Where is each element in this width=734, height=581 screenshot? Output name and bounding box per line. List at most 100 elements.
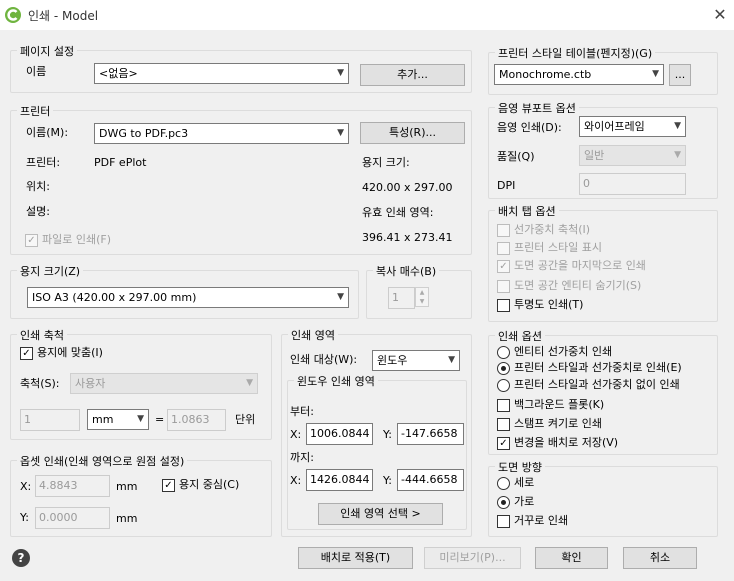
edit-plot-style-button[interactable]: ...	[669, 64, 691, 86]
page-setup-name-value: <없음>	[99, 67, 138, 80]
printer-name-combo[interactable]: DWG to PDF.pc3 ▼	[94, 123, 349, 144]
shade-plot-combo[interactable]: 와이어프레임 ▼	[579, 116, 686, 137]
title-bar	[0, 0, 734, 30]
copies-input[interactable]: 1	[388, 287, 415, 309]
plot-transparency-label: 투명도 인쇄(T)	[514, 298, 584, 311]
add-page-setup-button[interactable]: 추가...	[360, 64, 465, 86]
hide-paperspace-label: 도면 공간 엔티티 숨기기(S)	[514, 279, 642, 292]
layout-options-legend: 배치 탭 옵션	[495, 203, 559, 219]
paper-size-label: 용지 크기:	[362, 156, 410, 169]
shade-plot-value: 와이어프레임	[584, 120, 645, 133]
scale-unit-combo[interactable]: mm ▼	[87, 409, 149, 430]
location-label: 위치:	[26, 180, 50, 193]
printer-label: 프린터:	[26, 156, 61, 169]
plot-style-legend: 프린터 스타일 테이블(펜지정)(G)	[495, 45, 656, 61]
printer-value: PDF ePlot	[94, 156, 147, 169]
shade-plot-label: 음영 인쇄(D):	[497, 121, 562, 134]
scale-combo: 사용자 ▼	[70, 373, 258, 394]
window-area-legend: 윈도우 인쇄 영역	[294, 373, 378, 389]
plot-without-styles-radio[interactable]	[497, 379, 510, 392]
plot-options-legend: 인쇄 옵션	[495, 328, 545, 344]
select-plot-area-button[interactable]: 인쇄 영역 선택 >	[318, 503, 443, 525]
chevron-down-icon: ▼	[337, 128, 344, 138]
lineweight-scale-label: 선가중치 축척(I)	[514, 223, 591, 236]
center-plot-label: 용지 중심(C)	[179, 478, 240, 491]
plot-stamp-checkbox[interactable]	[497, 418, 510, 431]
printer-name-label: 이름(M):	[26, 126, 69, 139]
cancel-button[interactable]: 취소	[623, 547, 697, 569]
plot-offset-legend: 옵셋 인쇄(인쇄 영역으로 원점 설정)	[17, 453, 188, 469]
quality-combo: 일반 ▼	[579, 145, 686, 166]
hide-paperspace-checkbox	[497, 280, 510, 293]
scale-label: 축척(S):	[20, 377, 60, 390]
paperspace-last-checkbox: ✓	[497, 260, 510, 273]
paper-size-combo[interactable]: ISO A3 (420.00 x 297.00 mm) ▼	[27, 287, 349, 308]
to-x-input[interactable]: 1426.0844	[306, 469, 373, 491]
offset-y-input: 0.0000	[35, 507, 110, 529]
page-setup-name-combo[interactable]: <없음> ▼	[94, 63, 349, 84]
plot-what-combo[interactable]: 윈도우 ▼	[372, 350, 460, 371]
paperspace-last-label: 도면 공간을 마지막으로 인쇄	[514, 259, 646, 272]
plot-transparency-checkbox[interactable]	[497, 299, 510, 312]
landscape-radio[interactable]	[497, 496, 510, 509]
save-to-layout-checkbox[interactable]: ✓	[497, 437, 510, 450]
printer-properties-button[interactable]: 특성(R)...	[360, 122, 465, 144]
unit-label: 단위	[235, 413, 256, 426]
plot-scale-legend: 인쇄 축척	[17, 327, 67, 343]
from-y-input[interactable]: -147.6658	[397, 423, 464, 445]
plot-lineweights-label: 엔티티 선가중치 인쇄	[514, 345, 613, 358]
lineweight-scale-checkbox	[497, 224, 510, 237]
apply-to-layout-button[interactable]: 배치로 적용(T)	[298, 547, 413, 569]
from-x-input[interactable]: 1006.0844	[306, 423, 373, 445]
spin-down-icon: ▼	[419, 298, 425, 305]
printable-area-label: 유효 인쇄 영역:	[362, 206, 434, 219]
save-to-layout-label: 변경을 배치로 저장(V)	[514, 436, 619, 449]
preview-button: 미리보기(P)...	[424, 547, 521, 569]
fit-to-paper-checkbox[interactable]: ✓	[20, 347, 33, 360]
upside-down-checkbox[interactable]	[497, 515, 510, 528]
close-icon[interactable]: ✕	[708, 4, 732, 26]
window-title: 인쇄 - Model	[28, 9, 99, 23]
scale-value1-input: 1	[20, 409, 80, 431]
printer-name-value: DWG to PDF.pc3	[99, 127, 189, 140]
shaded-viewport-legend: 음영 뷰포트 옵션	[495, 100, 579, 116]
chevron-down-icon: ▼	[674, 150, 681, 160]
plot-style-combo[interactable]: Monochrome.ctb ▼	[494, 64, 664, 85]
offset-x-input: 4.8843	[35, 475, 110, 497]
plot-without-styles-label: 프린터 스타일과 선가중치 없이 인쇄	[514, 378, 680, 391]
offset-y-unit: mm	[116, 512, 138, 525]
to-y-input[interactable]: -444.6658	[397, 469, 464, 491]
page-setup-name-label: 이름	[26, 65, 47, 78]
chevron-down-icon: ▼	[137, 414, 144, 424]
upside-down-label: 거꾸로 인쇄	[514, 514, 569, 527]
printer-legend: 프린터	[17, 103, 54, 119]
background-plot-checkbox[interactable]	[497, 399, 510, 412]
to-y-label: Y:	[383, 474, 392, 487]
chevron-down-icon: ▼	[246, 378, 253, 388]
plot-area-legend: 인쇄 영역	[288, 327, 338, 343]
chevron-down-icon: ▼	[674, 121, 681, 131]
dpi-label: DPI	[497, 179, 516, 192]
landscape-label: 가로	[514, 495, 535, 508]
from-y-label: Y:	[383, 428, 392, 441]
offset-x-label: X:	[20, 480, 32, 493]
portrait-radio[interactable]	[497, 477, 510, 490]
plot-what-label: 인쇄 대상(W):	[290, 353, 358, 366]
plot-lineweights-radio[interactable]	[497, 346, 510, 359]
ok-button[interactable]: 확인	[535, 547, 608, 569]
description-label: 설명:	[26, 205, 50, 218]
portrait-label: 세로	[514, 476, 535, 489]
copies-spinner[interactable]: ▲ ▼	[415, 287, 429, 307]
help-icon[interactable]: ?	[12, 549, 30, 567]
printable-area-value: 396.41 x 273.41	[362, 231, 453, 244]
plot-with-styles-radio[interactable]	[497, 362, 510, 375]
paper-size-legend: 용지 크기(Z)	[17, 263, 84, 279]
from-label: 부터:	[290, 405, 314, 418]
plot-to-file-label: 파일로 인쇄(F)	[42, 233, 112, 246]
spin-up-icon: ▲	[419, 289, 425, 296]
center-plot-checkbox[interactable]: ✓	[162, 479, 175, 492]
orientation-legend: 도면 방향	[495, 459, 545, 475]
scale-value: 사용자	[75, 377, 106, 390]
scale-value2-input: 1.0863	[167, 409, 226, 431]
scale-unit-value: mm	[92, 413, 114, 426]
